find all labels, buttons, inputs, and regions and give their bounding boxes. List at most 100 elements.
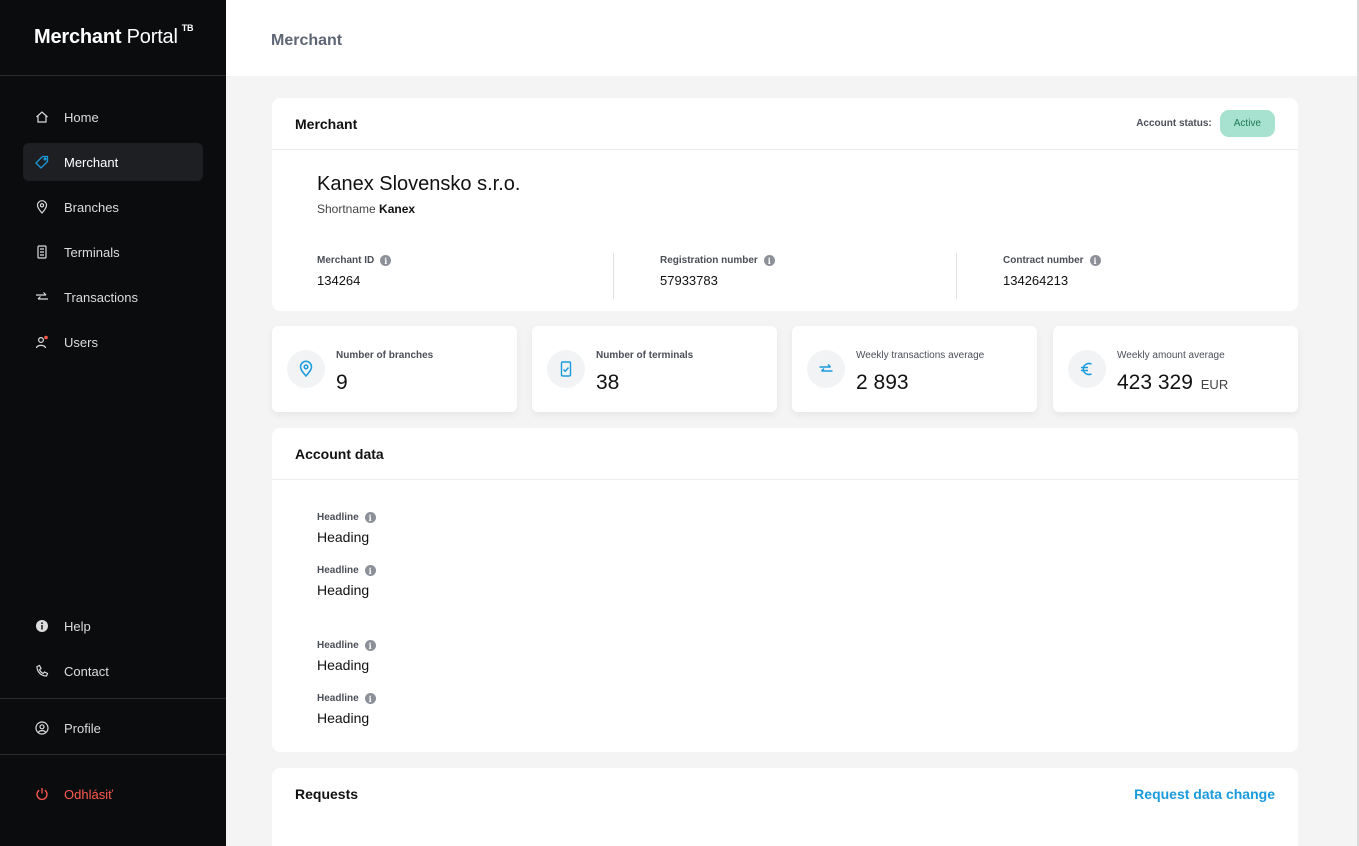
- sidebar-divider: [0, 698, 226, 699]
- stat-label: Number of terminals: [596, 350, 694, 361]
- sidebar-item-label: Profile: [64, 720, 101, 736]
- main-nav: Home Merchant Branches Terminals Transac…: [0, 76, 226, 361]
- sidebar-item-branches[interactable]: Branches: [23, 188, 203, 226]
- location-pin-icon: [35, 200, 49, 214]
- sidebar-item-label: Home: [64, 109, 99, 125]
- home-icon: [35, 110, 49, 124]
- profile-icon: [35, 721, 49, 735]
- terminal-icon: [35, 245, 49, 259]
- contract-number-field: Contract number i 134264213: [1003, 255, 1101, 288]
- registration-number-field: Registration number i 57933783: [660, 255, 775, 288]
- stat-value: 9: [336, 371, 350, 395]
- request-data-change-link[interactable]: Request data change: [1134, 786, 1275, 802]
- stat-label: Weekly amount average: [1117, 350, 1225, 361]
- stat-card-transactions[interactable]: Weekly transactions average 2 893: [792, 326, 1037, 412]
- stat-card-terminals[interactable]: Number of terminals 38: [532, 326, 777, 412]
- account-field: Headline i Heading: [317, 565, 376, 598]
- sidebar-item-label: Terminals: [64, 244, 120, 260]
- users-icon: [35, 335, 49, 349]
- stat-number: 38: [596, 371, 620, 394]
- sidebar-item-label: Users: [64, 334, 98, 350]
- info-icon: [35, 619, 49, 633]
- stat-label: Weekly transactions average: [856, 350, 985, 361]
- field-divider: [956, 253, 957, 299]
- field-value: Heading: [317, 710, 370, 726]
- stat-value: 38: [596, 371, 621, 395]
- field-label: Registration number: [660, 255, 758, 266]
- sidebar-item-contact[interactable]: Contact: [23, 652, 203, 690]
- location-pin-icon: [287, 350, 325, 388]
- field-value: 134264: [317, 273, 361, 288]
- card-title: Requests: [295, 786, 359, 802]
- euro-icon: [1068, 350, 1106, 388]
- sidebar-bottom: Help Contact Profile Odhlásiť: [0, 607, 226, 820]
- sidebar-item-terminals[interactable]: Terminals: [23, 233, 203, 271]
- account-field: Headline i Heading: [317, 693, 376, 726]
- field-value: Heading: [317, 582, 370, 598]
- merchant-card: Merchant Account status: Active Kanex Sl…: [272, 98, 1298, 311]
- merchant-card-header: Merchant Account status: Active: [272, 98, 1298, 150]
- sidebar-item-profile[interactable]: Profile: [23, 709, 203, 747]
- brand-name-bold: Merchant: [34, 26, 122, 48]
- field-value: 134264213: [1003, 273, 1069, 288]
- account-field: Headline i Heading: [317, 640, 376, 673]
- sidebar-item-label: Transactions: [64, 289, 138, 305]
- info-icon[interactable]: i: [763, 255, 775, 266]
- info-icon[interactable]: i: [364, 693, 376, 704]
- sidebar-item-home[interactable]: Home: [23, 98, 203, 136]
- field-value: 57933783: [660, 273, 718, 288]
- power-icon: [35, 787, 49, 801]
- info-icon[interactable]: i: [1089, 255, 1101, 266]
- sidebar-item-users[interactable]: Users: [23, 323, 203, 361]
- shortname-value: Kanex: [379, 202, 416, 216]
- sidebar-item-label: Help: [64, 618, 91, 634]
- info-icon[interactable]: i: [364, 565, 376, 576]
- sidebar-item-merchant[interactable]: Merchant: [23, 143, 203, 181]
- merchant-id-field: Merchant ID i 134264: [317, 255, 392, 288]
- page-title: Merchant: [271, 32, 343, 49]
- sidebar-item-help[interactable]: Help: [23, 607, 203, 645]
- info-icon[interactable]: i: [364, 640, 376, 651]
- account-data-card: Account data Headline i Heading Headline i…: [272, 428, 1298, 752]
- stat-label: Number of branches: [336, 350, 434, 361]
- transfer-arrows-icon: [35, 290, 49, 304]
- field-label: Headline: [317, 512, 359, 523]
- sidebar-item-label: Merchant: [64, 154, 119, 170]
- top-bar: Merchant: [226, 0, 1359, 76]
- sidebar-item-transactions[interactable]: Transactions: [23, 278, 203, 316]
- sidebar: Merchant Portal TB Home Merchant Branches…: [0, 0, 226, 846]
- account-field: Headline i Heading: [317, 512, 376, 545]
- requests-card-header: Requests Request data change: [272, 768, 1298, 820]
- sidebar-divider: [0, 754, 226, 755]
- logout-label: Odhlásiť: [64, 786, 113, 802]
- brand-logo[interactable]: Merchant Portal TB: [0, 0, 226, 76]
- info-icon[interactable]: i: [380, 255, 392, 266]
- account-status: Account status: Active: [1136, 110, 1275, 137]
- stat-card-amount[interactable]: Weekly amount average 423 329 EUR: [1053, 326, 1298, 412]
- stat-number: 2 893: [856, 371, 909, 394]
- account-card-header: Account data: [272, 428, 1298, 480]
- stat-value: 423 329 EUR: [1117, 371, 1228, 395]
- merchant-shortname: Shortname Kanex: [317, 202, 415, 216]
- stat-card-branches[interactable]: Number of branches 9: [272, 326, 517, 412]
- field-value: Heading: [317, 657, 370, 673]
- stat-value: 2 893: [856, 371, 911, 395]
- status-badge: Active: [1219, 110, 1275, 137]
- merchant-name: Kanex Slovensko s.r.o.: [317, 173, 521, 195]
- phone-icon: [35, 664, 49, 678]
- sidebar-item-label: Branches: [64, 199, 119, 215]
- stat-number: 423 329: [1117, 371, 1193, 394]
- card-title: Merchant: [295, 115, 358, 132]
- field-label: Headline: [317, 565, 359, 576]
- field-value: Heading: [317, 529, 370, 545]
- field-label: Merchant ID: [317, 255, 375, 266]
- info-icon[interactable]: i: [364, 512, 376, 523]
- terminal-icon: [547, 350, 585, 388]
- logout-button[interactable]: Odhlásiť: [23, 775, 203, 813]
- stat-unit: EUR: [1200, 377, 1229, 392]
- sidebar-item-label: Contact: [64, 663, 109, 679]
- shortname-label: Shortname: [317, 202, 376, 216]
- field-divider: [613, 253, 614, 299]
- field-label: Headline: [317, 640, 359, 651]
- field-label: Contract number: [1003, 255, 1084, 266]
